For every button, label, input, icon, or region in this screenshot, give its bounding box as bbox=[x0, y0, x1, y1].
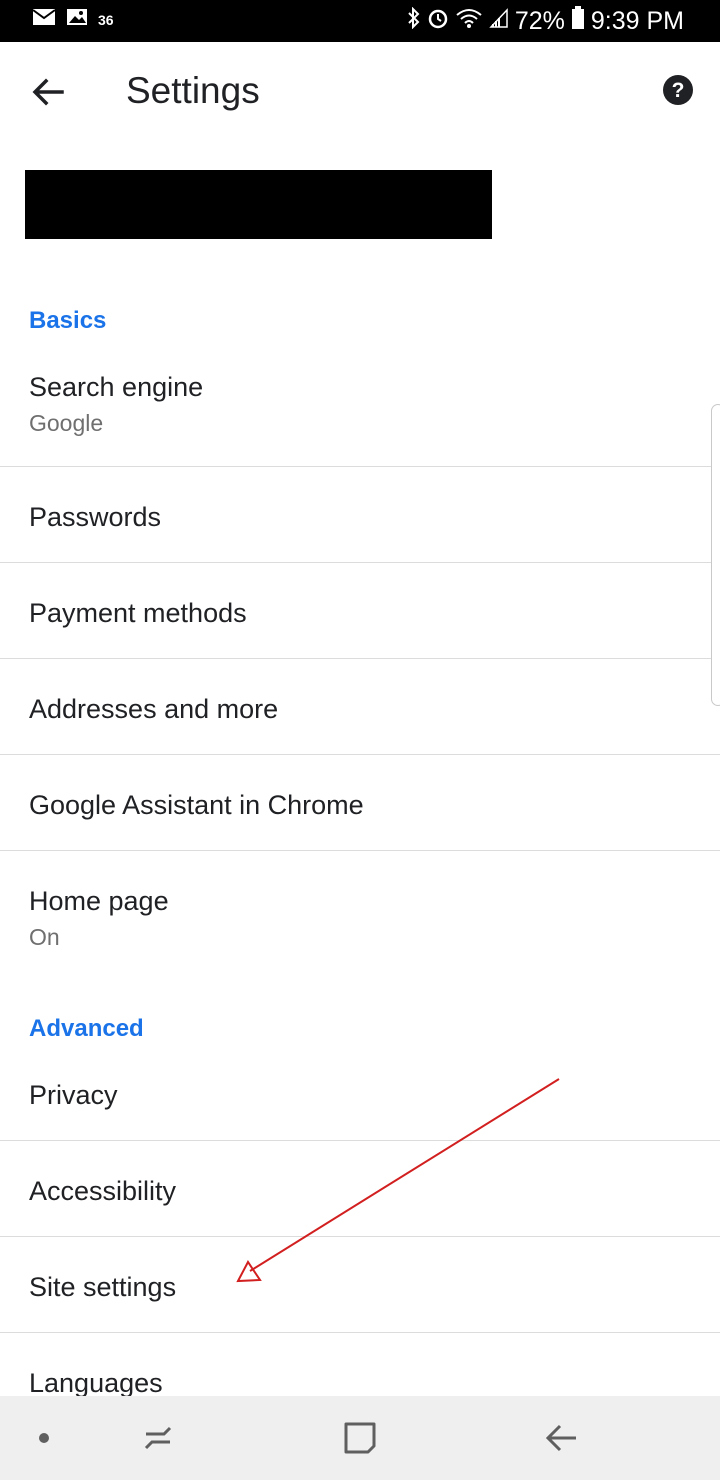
item-label: Languages bbox=[29, 1368, 163, 1396]
settings-item-addresses[interactable]: Addresses and more bbox=[0, 659, 720, 754]
item-sublabel: Google bbox=[29, 410, 104, 436]
item-label: Payment methods bbox=[29, 598, 247, 628]
item-label: Site settings bbox=[29, 1272, 177, 1302]
battery-icon bbox=[571, 6, 585, 37]
nav-recents-button[interactable] bbox=[136, 1416, 180, 1460]
settings-item-search-engine[interactable]: Search engine Google bbox=[0, 344, 720, 466]
settings-item-accessibility[interactable]: Accessibility bbox=[0, 1141, 720, 1236]
back-button[interactable] bbox=[22, 66, 74, 118]
account-redacted bbox=[25, 170, 492, 239]
item-label: Passwords bbox=[29, 502, 162, 532]
item-sublabel: On bbox=[29, 924, 60, 950]
item-label: Google Assistant in Chrome bbox=[29, 790, 364, 820]
recents-icon bbox=[136, 1426, 180, 1464]
svg-text:?: ? bbox=[672, 79, 685, 102]
app-toolbar: Settings ? bbox=[0, 42, 720, 142]
settings-item-passwords[interactable]: Passwords bbox=[0, 467, 720, 562]
back-icon bbox=[540, 1424, 584, 1464]
settings-item-privacy[interactable]: Privacy bbox=[0, 1052, 720, 1140]
settings-item-home-page[interactable]: Home page On bbox=[0, 851, 720, 973]
bluetooth-icon bbox=[407, 6, 421, 36]
page-title: Settings bbox=[126, 70, 260, 111]
dot-icon bbox=[22, 1433, 66, 1464]
clock-time: 9:39 PM bbox=[590, 7, 684, 35]
settings-item-payment-methods[interactable]: Payment methods bbox=[0, 563, 720, 658]
item-label: Accessibility bbox=[29, 1176, 177, 1206]
item-label: Privacy bbox=[29, 1080, 118, 1110]
alarm-icon bbox=[427, 7, 449, 36]
scrollbar-thumb[interactable] bbox=[711, 404, 720, 706]
status-bar: 36 72% 9:39 PM bbox=[0, 0, 720, 42]
help-button[interactable]: ? bbox=[660, 72, 696, 108]
wifi-icon bbox=[455, 7, 483, 36]
nav-home-button[interactable] bbox=[338, 1416, 382, 1460]
arrow-back-icon bbox=[22, 78, 74, 122]
section-header-advanced: Advanced bbox=[29, 1015, 144, 1042]
settings-item-site-settings[interactable]: Site settings bbox=[0, 1237, 720, 1332]
temperature-text: 36 bbox=[98, 12, 114, 28]
nav-back-button[interactable] bbox=[540, 1416, 584, 1460]
settings-item-google-assistant[interactable]: Google Assistant in Chrome bbox=[0, 755, 720, 850]
signal-icon bbox=[489, 7, 509, 36]
battery-percent: 72% bbox=[514, 7, 565, 35]
home-icon bbox=[338, 1422, 382, 1464]
section-header-basics: Basics bbox=[29, 307, 107, 334]
mail-icon bbox=[32, 7, 56, 33]
image-icon bbox=[66, 7, 88, 33]
help-icon: ? bbox=[660, 75, 696, 112]
settings-item-languages[interactable]: Languages bbox=[0, 1333, 720, 1396]
item-label: Search engine bbox=[29, 372, 204, 402]
system-nav-bar bbox=[0, 1396, 720, 1480]
item-label: Addresses and more bbox=[29, 694, 279, 724]
nav-dot-button[interactable] bbox=[22, 1416, 66, 1460]
item-label: Home page bbox=[29, 886, 169, 916]
